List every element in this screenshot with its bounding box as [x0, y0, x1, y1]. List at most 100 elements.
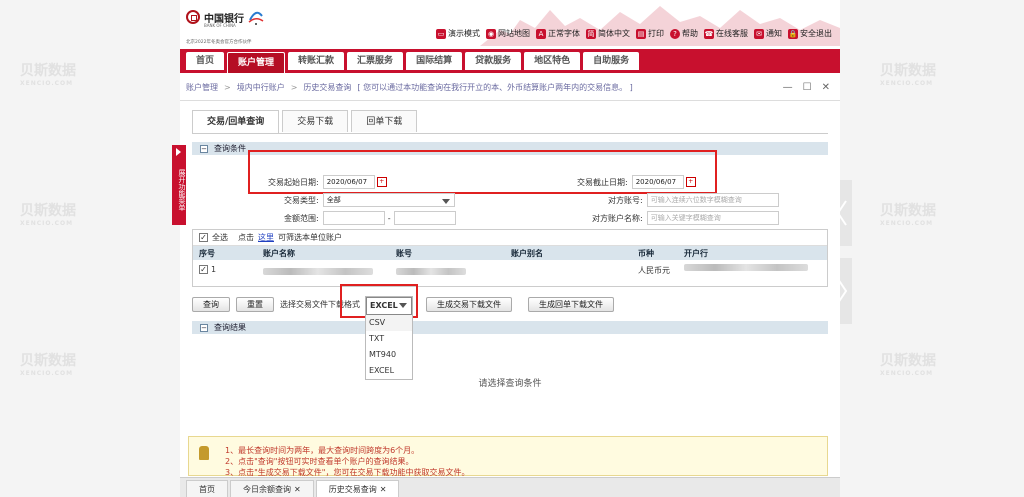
amount-max-input[interactable]: [393, 211, 456, 225]
amount-separator: -: [387, 213, 391, 223]
maximize-icon[interactable]: ☐: [803, 82, 812, 93]
tool-help[interactable]: ? 帮助: [670, 28, 698, 39]
nav-loan[interactable]: 贷款服务: [465, 52, 522, 70]
format-option-excel[interactable]: EXCEL: [366, 363, 412, 379]
page-tab-balance[interactable]: 今日余额查询 ✕: [230, 480, 314, 497]
column-account-number: 账号: [396, 248, 412, 258]
language-icon: 简: [586, 28, 596, 39]
type-select[interactable]: 全部: [322, 193, 455, 207]
account-number-redacted: [396, 268, 466, 275]
tool-demo-mode[interactable]: ▭ 演示模式: [436, 28, 480, 39]
tab-receipt-download[interactable]: 回单下载: [351, 110, 418, 132]
counter-account-input[interactable]: 可输入连续六位数字模糊查询: [646, 193, 779, 207]
column-index: 序号: [199, 248, 215, 258]
format-option-mt940[interactable]: MT940: [366, 347, 412, 363]
nav-self-service[interactable]: 自助服务: [583, 52, 640, 70]
main-content: 账户管理 > 境内中行账户 > 历史交易查询 [ 您可以通过本功能查询在我行开立…: [180, 75, 840, 475]
bank-logo[interactable]: 中国银行 BANK OF CHINA: [186, 10, 266, 40]
calendar-icon[interactable]: +: [685, 177, 696, 187]
font-icon: A: [536, 28, 546, 39]
breadcrumb-item[interactable]: 账户管理: [186, 82, 218, 93]
table-row[interactable]: ✓ 1 人民币元: [193, 260, 827, 280]
select-all-label: 全选: [212, 233, 228, 242]
query-conditions-header[interactable]: − 查询条件: [192, 142, 828, 155]
close-tab-icon[interactable]: ✕: [380, 485, 387, 494]
page-tab-history[interactable]: 历史交易查询 ✕: [315, 480, 400, 497]
header: 中国银行 BANK OF CHINA 北京2022年冬奥会官方合作伙伴 ▭ 演示模…: [180, 0, 840, 47]
start-date-row: 交易起始日期: 2020/06/07 +: [268, 175, 387, 189]
query-tabs: 交易/回单查询 交易下载 回单下载: [192, 110, 418, 134]
tool-font[interactable]: A 正常字体: [536, 28, 580, 39]
query-button[interactable]: 查询: [192, 297, 230, 312]
end-date-label: 交易截止日期:: [577, 177, 628, 187]
nav-international[interactable]: 国际结算: [406, 52, 463, 70]
close-tab-icon[interactable]: ✕: [294, 485, 301, 494]
map-icon: ◉: [486, 28, 496, 39]
monitor-icon: ▭: [436, 28, 446, 39]
tool-print[interactable]: ▤ 打印: [636, 28, 664, 39]
bank-name-en: BANK OF CHINA: [204, 23, 236, 28]
format-option-csv[interactable]: CSV: [366, 315, 412, 331]
counter-name-row: 对方账户名称: 可输入关键字模糊查询: [592, 211, 779, 225]
tool-notice[interactable]: ✉ 通知: [754, 28, 782, 39]
tool-logout[interactable]: 🔒 安全退出: [788, 28, 832, 39]
end-date-input[interactable]: 2020/06/07: [631, 175, 684, 189]
amount-min-input[interactable]: [322, 211, 385, 225]
minimize-icon[interactable]: —: [783, 82, 793, 93]
select-all-row: ✓ 全选 点击 这里 可筛选本单位账户: [193, 230, 827, 246]
filter-hint-suffix: 可筛选本单位账户: [278, 233, 342, 242]
column-currency: 币种: [638, 248, 654, 258]
bank-app: 中国银行 BANK OF CHINA 北京2022年冬奥会官方合作伙伴 ▭ 演示模…: [180, 0, 840, 497]
notice-panel: 1、最长查询时间为两年，最大查询时间跨度为6个月。 2、点击"查询"按钮可实时查…: [188, 436, 828, 477]
expand-menu-button[interactable]: 展开功能菜单: [172, 145, 186, 225]
filter-accounts-link[interactable]: 这里: [258, 232, 274, 243]
top-toolbar: ▭ 演示模式 ◉ 网站地图 A 正常字体 简简体中文 ▤ 打印 ? 帮助 ☎ 在线客服 ✉ 通…: [436, 28, 832, 39]
nav-transfer[interactable]: 转账汇款: [288, 52, 345, 70]
breadcrumb: 账户管理 > 境内中行账户 > 历史交易查询 [ 您可以通过本功能查询在我行开立…: [180, 75, 840, 101]
mail-icon: ✉: [754, 28, 764, 39]
page-tab-home[interactable]: 首页: [186, 480, 228, 497]
format-select[interactable]: EXCEL: [366, 297, 412, 315]
counter-name-input[interactable]: 可输入关键字模糊查询: [646, 211, 779, 225]
printer-icon: ▤: [636, 28, 646, 39]
amount-row: 金额范围: -: [284, 211, 456, 225]
start-date-label: 交易起始日期:: [268, 177, 319, 187]
breadcrumb-item[interactable]: 境内中行账户: [237, 82, 285, 93]
calendar-icon[interactable]: +: [376, 177, 387, 187]
reset-button[interactable]: 重置: [236, 297, 274, 312]
generate-trade-file-button[interactable]: 生成交易下载文件: [426, 297, 512, 312]
olympic-emblem-icon: [248, 11, 264, 25]
nav-regional[interactable]: 地区特色: [524, 52, 581, 70]
query-results-header[interactable]: − 查询结果: [192, 321, 828, 334]
chevron-down-icon: [399, 303, 407, 308]
collapse-icon[interactable]: −: [200, 324, 208, 332]
nav-home[interactable]: 首页: [186, 52, 225, 70]
right-backdrop: [840, 0, 1024, 497]
amount-label: 金额范围:: [284, 213, 319, 223]
nav-account-management[interactable]: 账户管理: [227, 52, 286, 73]
notice-line: 1、最长查询时间为两年，最大查询时间跨度为6个月。: [225, 446, 420, 455]
tool-sitemap[interactable]: ◉ 网站地图: [486, 28, 530, 39]
tool-language[interactable]: 简简体中文: [586, 28, 630, 39]
sponsor-slogan: 北京2022年冬奥会官方合作伙伴: [186, 40, 252, 45]
row-checkbox[interactable]: ✓: [199, 265, 208, 274]
column-bank-branch: 开户行: [684, 248, 708, 258]
end-date-row: 交易截止日期: 2020/06/07 +: [577, 175, 696, 189]
collapse-icon[interactable]: −: [200, 145, 208, 153]
notice-line: 2、点击"查询"按钮可实时查看单个账户的查询结果。: [225, 457, 414, 466]
format-option-txt[interactable]: TXT: [366, 331, 412, 347]
skyline-decoration: [480, 6, 840, 46]
generate-receipt-file-button[interactable]: 生成回单下载文件: [528, 297, 614, 312]
left-backdrop: [0, 0, 180, 497]
select-all-checkbox[interactable]: ✓: [199, 233, 208, 242]
tab-transaction-download[interactable]: 交易下载: [282, 110, 349, 132]
account-name-redacted: [263, 268, 373, 275]
tab-transaction-receipt-query[interactable]: 交易/回单查询: [192, 110, 280, 134]
page-hint: [ 您可以通过本功能查询在我行开立的本、外币结算账户两年内的交易信息。 ]: [357, 83, 633, 92]
table-header: 序号 账户名称 账号 账户别名 币种 开户行: [193, 246, 827, 260]
help-icon: ?: [670, 28, 680, 39]
tool-service[interactable]: ☎ 在线客服: [704, 28, 748, 39]
close-icon[interactable]: ✕: [822, 82, 830, 93]
start-date-input[interactable]: 2020/06/07: [322, 175, 375, 189]
nav-draft[interactable]: 汇票服务: [347, 52, 404, 70]
